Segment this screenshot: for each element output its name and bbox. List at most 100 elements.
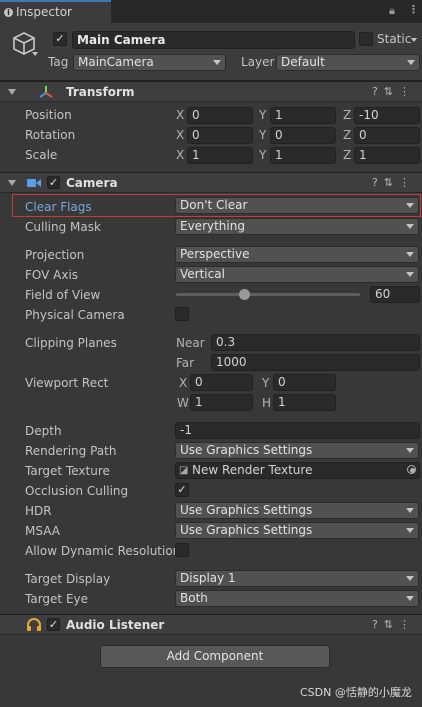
gameobject-name-field[interactable]: Main Camera [72,31,355,49]
far-label: Far [176,356,195,370]
tab-inspector[interactable]: i Inspector [0,0,111,23]
depth-field[interactable]: -1 [175,422,420,439]
position-x-field[interactable]: 0 [187,107,253,124]
fov-axis-dropdown[interactable]: Vertical [175,266,419,283]
audio-listener-header[interactable]: ✓ Audio Listener ?⇅⋮ [0,614,422,635]
axis-y-label: Y [259,128,267,142]
rendering-path-value: Use Graphics Settings [180,443,313,457]
rotation-label: Rotation [25,128,76,142]
camera-enabled-checkbox[interactable]: ✓ [47,176,60,189]
camera-header[interactable]: ✓ Camera ?⇅⋮ [0,172,422,193]
target-texture-field[interactable]: ◪ New Render Texture [175,462,420,479]
viewport-h-label: H [262,396,272,410]
component-header-icons[interactable]: ?⇅⋮ [372,618,416,631]
projection-label: Projection [25,248,85,262]
layer-dropdown[interactable]: Default [276,54,420,71]
viewport-y-field[interactable]: 0 [273,374,336,391]
transform-axes-icon [39,86,53,98]
target-eye-dropdown[interactable]: Both [175,590,419,607]
far-field[interactable]: 1000 [211,354,420,371]
fov-value-field[interactable]: 60 [370,286,420,303]
physical-camera-checkbox[interactable] [175,307,189,321]
viewport-h-field[interactable]: 1 [273,394,336,411]
scale-z-field[interactable]: 1 [354,147,420,164]
chevron-down-icon [406,596,414,601]
target-display-dropdown[interactable]: Display 1 [175,570,419,587]
chevron-down-icon [406,508,414,513]
audio-listener-title: Audio Listener [66,618,165,632]
fov-slider-track[interactable] [176,293,360,296]
layer-value: Default [281,55,325,69]
chevron-down-icon [406,448,414,453]
chevron-down-icon [406,224,414,229]
icon-dropdown-arrow[interactable] [32,52,38,56]
chevron-down-icon [406,576,414,581]
projection-value: Perspective [180,247,250,261]
position-label: Position [25,108,72,122]
depth-label: Depth [25,424,62,438]
object-picker-icon[interactable] [407,465,416,474]
axis-z-label: Z [343,128,352,142]
tag-dropdown[interactable]: MainCamera [73,54,226,71]
fov-slider-thumb[interactable] [239,289,251,300]
msaa-dropdown[interactable]: Use Graphics Settings [175,522,419,539]
rotation-x-field[interactable]: 0 [187,127,253,144]
culling-mask-label: Culling Mask [25,220,101,234]
near-label: Near [176,336,205,350]
tag-label: Tag [48,55,69,69]
clear-flags-dropdown[interactable]: Don't Clear [175,197,419,214]
viewport-rect-label: Viewport Rect [25,376,109,390]
physical-camera-label: Physical Camera [25,308,125,322]
transform-header[interactable]: Transform ?⇅⋮ [0,81,422,102]
chevron-down-icon [213,60,221,65]
culling-mask-dropdown[interactable]: Everything [175,218,419,235]
tag-value: MainCamera [78,55,154,69]
target-texture-label: Target Texture [25,464,110,478]
position-z-field[interactable]: -10 [354,107,420,124]
clear-flags-value: Don't Clear [180,198,248,212]
foldout-arrow-icon[interactable] [8,180,16,186]
more-options-icon[interactable]: ⋮ [408,3,419,16]
camera-title: Camera [66,176,118,190]
add-component-button[interactable]: Add Component [100,645,330,668]
clear-flags-label: Clear Flags [25,200,92,214]
near-field[interactable]: 0.3 [211,334,420,351]
rotation-y-field[interactable]: 0 [270,127,336,144]
occlusion-culling-checkbox[interactable]: ✓ [175,483,189,497]
hdr-dropdown[interactable]: Use Graphics Settings [175,502,419,519]
axis-z-label: Z [343,108,352,122]
camera-icon [27,179,41,187]
target-display-label: Target Display [25,572,111,586]
tab-title: Inspector [16,5,72,19]
viewport-x-field[interactable]: 0 [190,374,253,391]
active-checkbox[interactable]: ✓ [53,32,67,46]
axis-z-label: Z [343,148,352,162]
component-header-icons[interactable]: ?⇅⋮ [372,176,416,189]
chevron-down-icon [406,272,414,277]
static-checkbox[interactable] [359,32,373,46]
viewport-w-field[interactable]: 1 [190,394,253,411]
viewport-w-label: W [177,396,189,410]
allow-dynamic-resolution-label: Allow Dynamic Resolution [25,544,181,558]
rotation-z-field[interactable]: 0 [354,127,420,144]
hdr-label: HDR [25,504,52,518]
lock-icon[interactable]: 🔒︎ [389,4,395,18]
scale-x-field[interactable]: 1 [187,147,253,164]
allow-dynamic-resolution-checkbox[interactable] [175,543,189,557]
render-texture-icon: ◪ [179,465,189,476]
audio-listener-enabled-checkbox[interactable]: ✓ [47,618,60,631]
field-of-view-label: Field of View [25,288,101,302]
static-dropdown-arrow[interactable] [411,38,417,42]
rendering-path-dropdown[interactable]: Use Graphics Settings [175,442,419,459]
scale-y-field[interactable]: 1 [270,147,336,164]
axis-x-label: X [176,148,185,162]
projection-dropdown[interactable]: Perspective [175,246,419,263]
foldout-arrow-icon[interactable] [8,89,16,95]
target-eye-value: Both [180,591,208,605]
component-header-icons[interactable]: ?⇅⋮ [372,85,416,98]
transform-title: Transform [66,85,135,99]
position-y-field[interactable]: 1 [270,107,336,124]
axis-y-label: Y [259,108,267,122]
fov-axis-label: FOV Axis [25,268,79,282]
occlusion-culling-label: Occlusion Culling [25,484,129,498]
